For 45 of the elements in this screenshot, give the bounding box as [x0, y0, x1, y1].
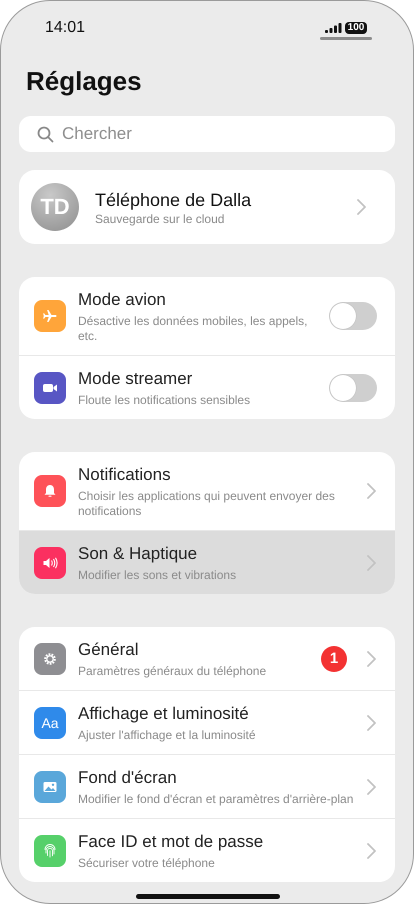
settings-row[interactable]: Général Paramètres généraux du téléphone 1: [19, 627, 395, 690]
setting-description: Désactive les données mobiles, les appels, etc.: [78, 314, 308, 344]
chevron-icon: [367, 554, 377, 570]
clock-time: 14:01: [45, 18, 86, 38]
signal-icon: [324, 23, 342, 33]
setting-title: Notifications: [78, 464, 172, 486]
setting-title: Son & Haptique: [78, 543, 198, 565]
text-size-icon: Aa: [34, 706, 66, 738]
chevron-icon: [367, 483, 377, 499]
setting-title: Mode avion: [78, 289, 167, 311]
settings-row[interactable]: Fond d'écran Modifier le fond d'écran et paramètres d'arrière-plan: [19, 754, 395, 818]
settings-row[interactable]: Face ID et mot de passe Sécuriser votre téléphone: [19, 818, 395, 882]
profile-card[interactable]: TD Téléphone de Dalla Sauvegarde sur le cloud: [19, 170, 395, 244]
setting-description: Choisir les applications qui peuvent envoyer des notifications: [78, 489, 336, 519]
setting-description: Paramètres généraux du téléphone: [78, 664, 268, 679]
settings-row[interactable]: Aa Affichage et luminosité Ajuster l'affichage et la luminosité: [19, 690, 395, 754]
setting-title: Général: [78, 639, 140, 661]
setting-description: Modifier le fond d'écran et paramètres d'arrière-plan: [78, 792, 354, 807]
toggle-switch[interactable]: [329, 374, 377, 402]
search-field[interactable]: Chercher: [19, 116, 395, 152]
setting-description: Ajuster l'affichage et la luminosité: [78, 728, 256, 743]
chevron-icon: [367, 714, 377, 730]
setting-description: Floute les notifications sensibles: [78, 393, 252, 408]
setting-description: Modifier les sons et vibrations: [78, 568, 238, 583]
profile-name: Téléphone de Dalla: [95, 188, 252, 212]
chevron-icon: [367, 650, 377, 666]
profile-subtitle: Sauvegarde sur le cloud: [95, 212, 226, 226]
setting-title: Face ID et mot de passe: [78, 831, 264, 853]
chevron-icon: [367, 842, 377, 858]
indicator-line: [320, 37, 372, 40]
chevron-icon: [367, 778, 377, 794]
settings-row[interactable]: Mode streamer Floute les notifications sensibles: [19, 355, 395, 419]
settings-row[interactable]: Mode avion Désactive les données mobiles, les appels, etc.: [19, 277, 395, 355]
avatar: TD: [31, 183, 79, 231]
notification-count: 1: [321, 646, 347, 672]
setting-description: Sécuriser votre téléphone: [78, 856, 216, 871]
battery-icon: 100: [344, 22, 368, 34]
setting-title: Fond d'écran: [78, 767, 178, 789]
page-title: Réglages: [26, 65, 143, 97]
chevron-icon: [357, 199, 367, 215]
settings-row[interactable]: Son & Haptique Modifier les sons et vibrations: [19, 530, 395, 594]
toggle-switch[interactable]: [329, 302, 377, 330]
settings-row[interactable]: Notifications Choisir les applications qui peuvent envoyer des notifications: [19, 452, 395, 530]
setting-title: Mode streamer: [78, 368, 194, 390]
setting-title: Affichage et luminosité: [78, 703, 250, 725]
